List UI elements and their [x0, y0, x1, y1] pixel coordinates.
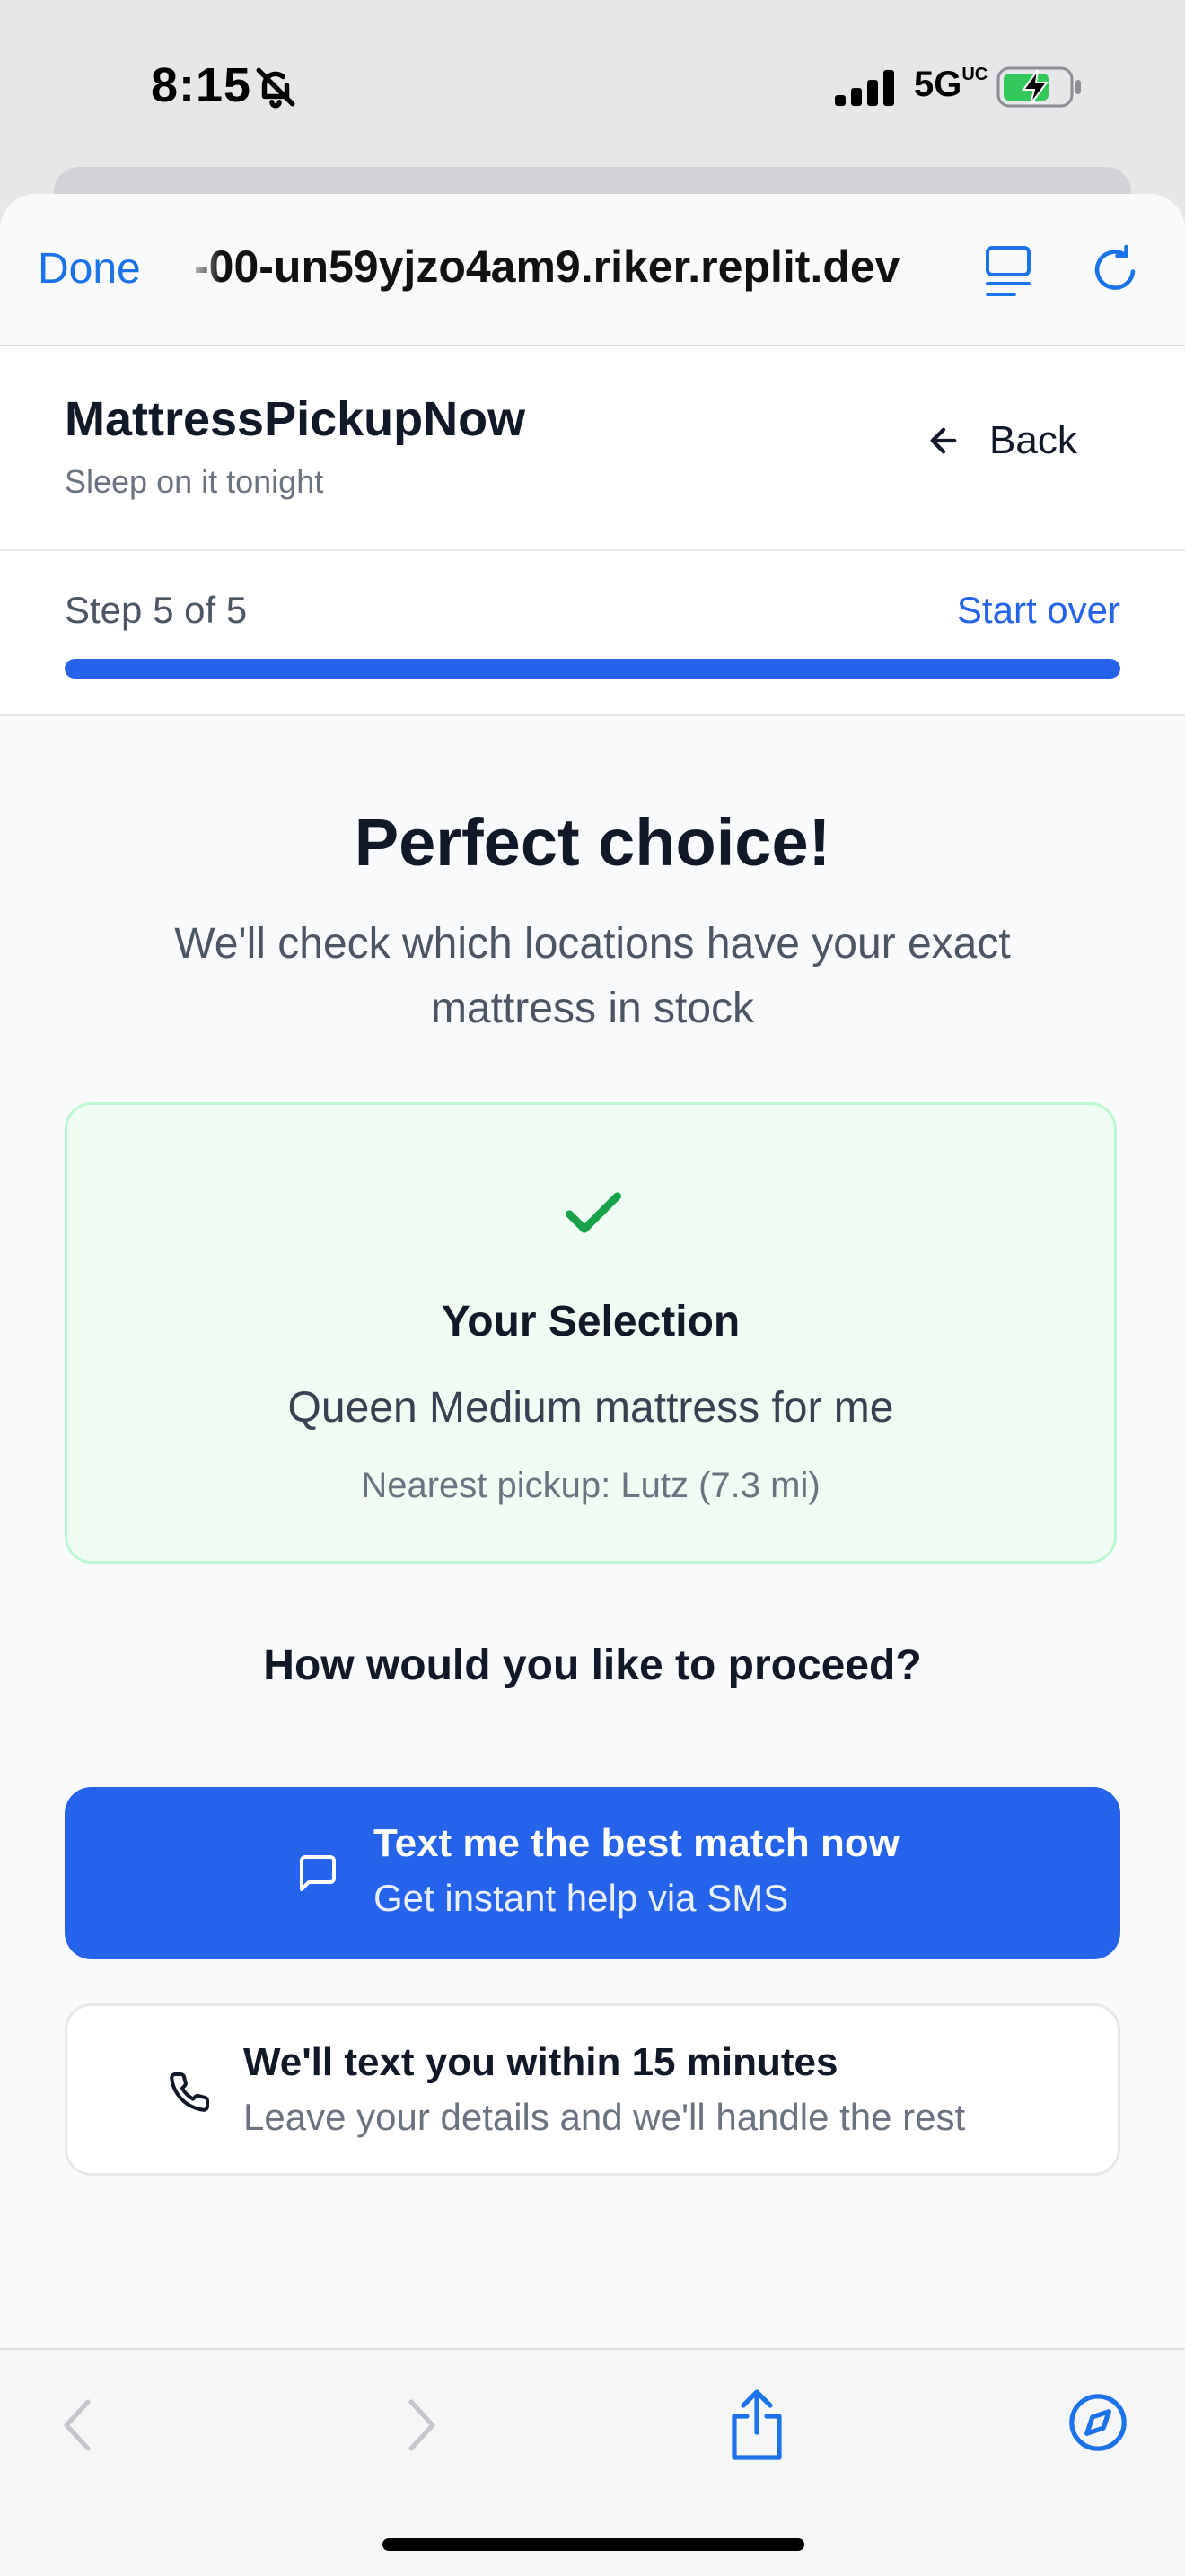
compass-icon[interactable] — [1066, 2391, 1129, 2454]
brand-tagline: Sleep on it tonight — [65, 463, 324, 500]
selection-card: Your Selection Queen Medium mattress for… — [65, 1102, 1117, 1564]
primary-option-subtitle: Get instant help via SMS — [373, 1877, 789, 1919]
browser-toolbar — [0, 2348, 1185, 2576]
status-bar: 8:15 5GUC — [0, 0, 1185, 171]
selection-title: Your Selection — [441, 1298, 741, 1345]
secondary-option-title: We'll text you within 15 minutes — [243, 2040, 838, 2084]
text-me-now-button[interactable]: Text me the best match now Get instant h… — [65, 1787, 1120, 1959]
signal-icon — [835, 70, 894, 106]
battery-charging-icon — [996, 66, 1081, 108]
back-label: Back — [989, 418, 1077, 462]
network-type: 5GUC — [914, 65, 988, 104]
primary-option-title: Text me the best match now — [373, 1821, 900, 1865]
back-arrow-icon[interactable] — [59, 2396, 95, 2454]
reader-view-icon[interactable] — [984, 244, 1032, 298]
share-icon[interactable] — [727, 2389, 786, 2461]
text-within-15-button[interactable]: We'll text you within 15 minutes Leave y… — [65, 2003, 1120, 2176]
app-header: MattressPickupNow Sleep on it tonight Ba… — [0, 346, 1185, 551]
url-bar: Done -00-un59yjzo4am9.riker.replit.dev — [0, 194, 1185, 346]
page-title: Perfect choice! — [354, 805, 831, 880]
proceed-question: How would you like to proceed? — [263, 1642, 922, 1689]
nearest-pickup: Nearest pickup: Lutz (7.3 mi) — [361, 1466, 821, 1505]
selection-summary: Queen Medium mattress for me — [287, 1384, 894, 1432]
progress-bar — [65, 659, 1120, 679]
step-indicator: Step 5 of 5 — [65, 589, 248, 631]
progress-section: Step 5 of 5 Start over — [0, 551, 1185, 716]
reload-icon[interactable] — [1088, 241, 1142, 298]
url-text[interactable]: -00-un59yjzo4am9.riker.replit.dev — [194, 241, 939, 293]
progress-bar-fill — [65, 659, 1120, 679]
forward-arrow-icon[interactable] — [404, 2396, 440, 2454]
status-time: 8:15 — [151, 58, 252, 112]
check-icon — [566, 1192, 621, 1233]
page-subtitle: We'll check which locations have your ex… — [174, 920, 1011, 1032]
back-button[interactable]: Back — [925, 418, 1077, 463]
bell-slash-icon — [256, 67, 295, 109]
start-over-link[interactable]: Start over — [957, 589, 1120, 632]
message-square-icon — [300, 1855, 336, 1891]
browser-sheet: Done -00-un59yjzo4am9.riker.replit.dev M… — [0, 194, 1185, 2574]
phone-icon — [170, 2072, 210, 2112]
done-button[interactable]: Done — [38, 244, 141, 294]
brand-title[interactable]: MattressPickupNow — [65, 391, 525, 447]
secondary-option-subtitle: Leave your details and we'll handle the … — [243, 2096, 966, 2138]
home-indicator — [382, 2538, 804, 2551]
arrow-left-icon — [930, 427, 957, 454]
url-fade — [185, 230, 221, 311]
